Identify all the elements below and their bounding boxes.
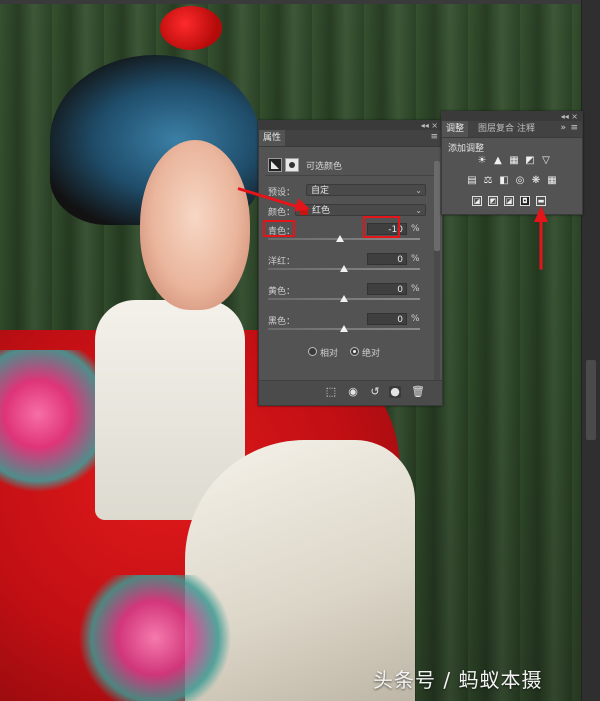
panel-menu-icon[interactable]: ≡: [430, 132, 438, 142]
black-slider-thumb[interactable]: [340, 325, 348, 332]
radio-relative[interactable]: [308, 347, 317, 356]
levels-icon[interactable]: ▲: [493, 156, 503, 166]
properties-tabrow: 属性 ≡: [259, 130, 442, 147]
slider-label-black: 黑色：: [268, 317, 296, 327]
colors-label: 颜色：: [268, 208, 296, 218]
clip-to-layer-icon[interactable]: ⬚: [325, 386, 337, 398]
invert-icon[interactable]: ◪: [472, 196, 482, 206]
delete-icon[interactable]: 🗑: [411, 386, 425, 398]
properties-bottom-bar: ⬚ ◉ ↺ ● 🗑: [259, 380, 442, 405]
add-adjustment-title: 添加调整: [448, 144, 485, 154]
hue-saturation-icon[interactable]: ▤: [467, 176, 477, 186]
exposure-icon[interactable]: ◩: [525, 156, 535, 166]
magenta-slider-thumb[interactable]: [340, 265, 348, 272]
properties-scrollbar[interactable]: [434, 161, 440, 381]
preset-label: 预设：: [268, 188, 296, 198]
chevron-down-icon: ⌄: [415, 186, 422, 195]
performer-face: [140, 140, 250, 310]
costume-embroidery: [70, 575, 240, 701]
black-value-input[interactable]: 0: [367, 313, 407, 325]
black-white-icon[interactable]: ◧: [499, 176, 509, 186]
costume-embroidery: [0, 350, 95, 510]
tab-adjustments[interactable]: 调整: [442, 121, 469, 137]
posterize-icon[interactable]: ◩: [488, 196, 498, 206]
colors-select[interactable]: 红色 ⌄: [295, 204, 426, 216]
adjustment-row: ▤ ⚖ ◧ ◎ ❋ ▦: [467, 176, 582, 196]
adjustment-layer-icon[interactable]: [268, 158, 282, 172]
preset-select[interactable]: 自定 ⌄: [306, 184, 426, 196]
yellow-value-input[interactable]: 0: [367, 283, 407, 295]
panel-menu-icon[interactable]: ≡: [570, 123, 578, 133]
canvas-scrollbar-thumb[interactable]: [586, 360, 596, 440]
selective-color-icon[interactable]: ◘: [520, 196, 530, 206]
annotation-arrow-to-selective-color: [539, 221, 543, 270]
radio-absolute[interactable]: [350, 347, 359, 356]
chevron-down-icon: ⌄: [415, 206, 422, 215]
layer-mask-icon[interactable]: [285, 158, 299, 172]
watermark: 头条号 / 蚂蚁本摄: [373, 668, 543, 692]
layer-type-icons: [268, 158, 302, 172]
vibrance-icon[interactable]: ▽: [541, 156, 551, 166]
slider-label-magenta: 洋红：: [268, 257, 296, 267]
scrollbar-thumb[interactable]: [434, 161, 440, 251]
colors-value: 红色: [312, 206, 331, 216]
gradient-map-icon[interactable]: ▬: [536, 196, 546, 206]
adjustments-tabrow: 调整 图层复合 注释 » ≡: [442, 121, 582, 138]
color-balance-icon[interactable]: ⚖: [483, 176, 493, 186]
top-frame: [0, 0, 600, 4]
right-scroll-frame: [581, 0, 600, 701]
threshold-icon[interactable]: ◪: [504, 196, 514, 206]
preset-value: 自定: [311, 186, 330, 196]
black-unit: %: [411, 314, 420, 324]
panel-controls[interactable]: ◂◂ ×: [561, 112, 578, 121]
reset-icon[interactable]: ↺: [369, 386, 381, 398]
panel-controls[interactable]: ◂◂ ×: [421, 121, 438, 130]
highlight-cyan-label: [263, 220, 295, 237]
adjustment-icon-grid: ☀ ▲ ▦ ◩ ▽ ▤ ⚖ ◧ ◎ ❋ ▦ ◪ ◩ ◪ ◘ ▬: [467, 156, 582, 216]
relative-label: 相对: [320, 349, 339, 359]
photo-filter-icon[interactable]: ◎: [515, 176, 525, 186]
brightness-contrast-icon[interactable]: ☀: [477, 156, 487, 166]
adjustments-panel: ◂◂ × 调整 图层复合 注释 » ≡ 添加调整 ☀ ▲ ▦ ◩ ▽ ▤ ⚖ ◧ ◎ ❋ ▦ ◪ ◩…: [441, 111, 583, 215]
absolute-label: 绝对: [362, 349, 381, 359]
panel-topbar: ◂◂ ×: [259, 121, 442, 130]
collapse-icon[interactable]: »: [560, 123, 566, 133]
view-previous-icon[interactable]: ◉: [347, 386, 359, 398]
slider-label-yellow: 黄色：: [268, 287, 296, 297]
properties-panel: ◂◂ × 属性 ≡ 可选颜色 预设： 自定 ⌄ 颜色： 红色 ⌄ 青色： -10…: [258, 120, 443, 406]
annotation-arrowhead: [534, 206, 548, 222]
cyan-slider-thumb[interactable]: [336, 235, 345, 242]
tab-notes[interactable]: 注释: [513, 121, 539, 137]
channel-mixer-icon[interactable]: ❋: [531, 176, 541, 186]
adjustment-row: ☀ ▲ ▦ ◩ ▽: [472, 156, 582, 176]
cyan-unit: %: [411, 224, 420, 234]
curves-icon[interactable]: ▦: [509, 156, 519, 166]
tab-properties[interactable]: 属性: [259, 130, 286, 146]
yellow-unit: %: [411, 284, 420, 294]
visibility-icon[interactable]: ●: [389, 386, 401, 398]
headdress-pompom: [160, 6, 222, 50]
color-lookup-icon[interactable]: ▦: [547, 176, 557, 186]
tab-layer-comps[interactable]: 图层复合: [474, 121, 518, 137]
yellow-slider-thumb[interactable]: [340, 295, 348, 302]
highlight-cyan-value: [363, 216, 400, 238]
adjustment-row: ◪ ◩ ◪ ◘ ▬: [472, 196, 582, 216]
panel-topbar: ◂◂ ×: [442, 112, 582, 121]
adjustment-title: 可选颜色: [306, 162, 343, 172]
magenta-unit: %: [411, 254, 420, 264]
magenta-value-input[interactable]: 0: [367, 253, 407, 265]
divider: [265, 175, 435, 176]
